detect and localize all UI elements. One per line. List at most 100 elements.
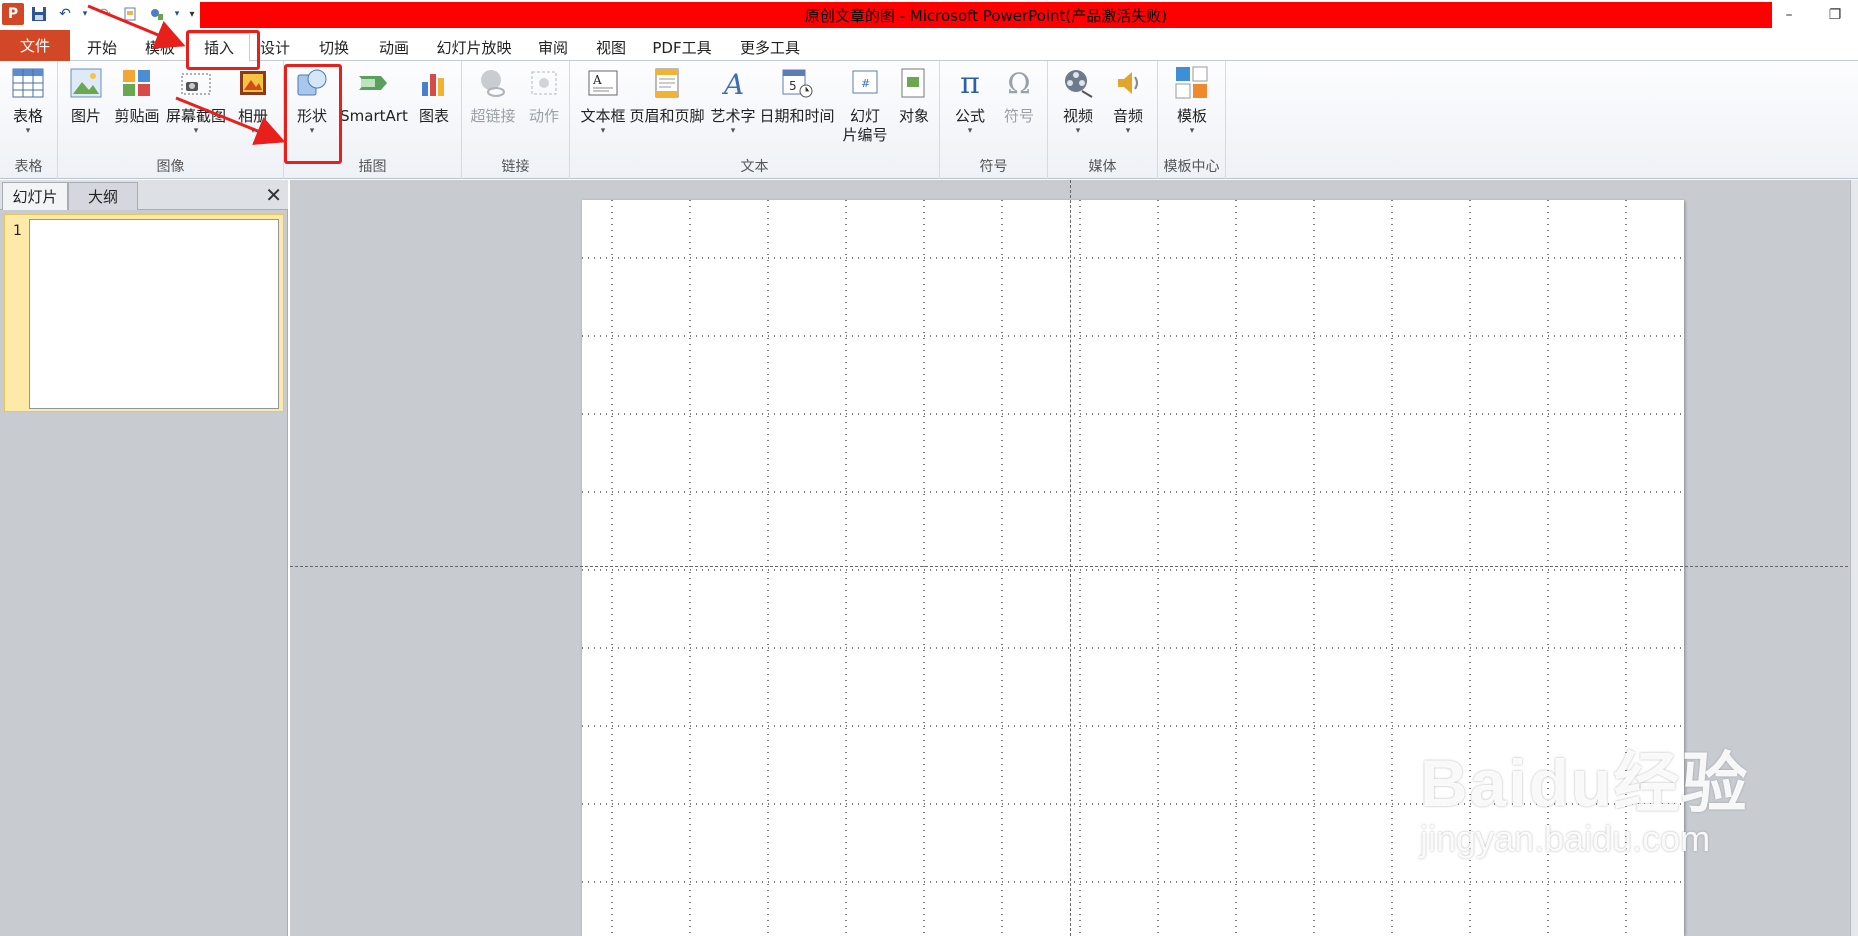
tab-slides[interactable]: 幻灯片 [2, 182, 68, 210]
svg-text:A: A [721, 68, 744, 99]
tab-review[interactable]: 审阅 [530, 33, 576, 61]
tab-transitions[interactable]: 切换 [310, 33, 358, 61]
redo-icon[interactable]: ↷ [94, 3, 116, 25]
album-button[interactable]: 相册 ▾ [230, 65, 276, 136]
vertical-scrollbar[interactable] [1850, 180, 1858, 936]
header-footer-icon [649, 65, 685, 101]
group-symbols: π 公式 ▾ Ω 符号 符号 [940, 61, 1048, 179]
svg-text:5: 5 [789, 79, 797, 93]
picture-button[interactable]: 图片 [66, 65, 106, 126]
window-controls: – ❐ [1766, 0, 1858, 30]
group-label-tables: 表格 [14, 159, 43, 175]
undo-icon[interactable]: ↶ [54, 3, 76, 25]
clipart-icon [119, 65, 155, 101]
powerpoint-app-icon[interactable]: P [2, 3, 24, 25]
template-icon [1174, 65, 1210, 101]
group-images: 图片 剪贴画 屏幕截图 ▾ 相册 ▾ 图像 [58, 61, 284, 179]
group-label-template-center: 模板中心 [1163, 159, 1220, 175]
group-template-center: 模板 ▾ 模板中心 [1158, 61, 1226, 179]
screenshot-icon [178, 65, 214, 101]
picture-icon [68, 65, 104, 101]
baidu-watermark: Baidu经验 jingyan.baidu.com [1420, 730, 1749, 860]
table-button[interactable]: 表格 ▾ [8, 65, 48, 136]
new-slide-icon[interactable] [120, 3, 142, 25]
svg-text:#: # [861, 77, 870, 90]
group-label-links: 链接 [501, 159, 530, 175]
audio-button[interactable]: 音频 ▾ [1104, 65, 1152, 136]
object-button[interactable]: 对象 [892, 65, 936, 126]
vertical-guide[interactable] [1070, 180, 1071, 936]
slide-number-button[interactable]: # 幻灯 片编号 [838, 65, 892, 145]
photo-album-icon [235, 65, 271, 101]
equation-button[interactable]: π 公式 ▾ [946, 65, 994, 137]
video-button[interactable]: 视频 ▾ [1054, 65, 1102, 136]
textbox-icon: A [585, 65, 621, 101]
hyperlink-button[interactable]: 超链接 [468, 65, 518, 126]
close-icon[interactable]: ✕ [265, 183, 282, 207]
tab-slideshow[interactable]: 幻灯片放映 [428, 33, 520, 61]
format-painter-icon[interactable] [146, 3, 168, 25]
restore-button[interactable]: ❐ [1812, 7, 1858, 23]
group-label-images: 图像 [156, 159, 185, 175]
smartart-button[interactable]: SmartArt [338, 65, 410, 126]
hyperlink-icon [475, 65, 511, 101]
chart-button[interactable]: 图表 [412, 65, 456, 126]
tab-view[interactable]: 视图 [588, 33, 634, 61]
group-links: 超链接 动作 链接 [462, 61, 570, 179]
ribbon-insert: 表格 ▾ 表格 图片 剪贴画 屏幕截图 ▾ 相册 ▾ 图像 形状 ▾ Smart… [0, 61, 1858, 179]
header-footer-button[interactable]: 页眉和页脚 [628, 65, 706, 126]
speaker-icon [1110, 65, 1146, 101]
action-icon [526, 65, 562, 101]
slide-number: 1 [13, 223, 22, 239]
wordart-button[interactable]: A 艺术字 ▾ [708, 65, 758, 136]
slide-thumbnail-row[interactable]: 1 [4, 214, 284, 412]
ribbon-tabs: 文件 开始 模板 插入 设计 切换 动画 幻灯片放映 审阅 视图 PDF工具 更… [0, 30, 1858, 61]
symbol-button[interactable]: Ω 符号 [996, 65, 1042, 126]
tab-home[interactable]: 开始 [78, 33, 126, 61]
calendar-icon: 5 [779, 65, 815, 101]
svg-text:A: A [592, 73, 602, 87]
group-tables: 表格 ▾ 表格 [0, 61, 58, 179]
undo-dropdown-icon[interactable]: ▾ [80, 3, 90, 25]
group-label-media: 媒体 [1088, 159, 1117, 175]
slide-thumbnail[interactable] [29, 219, 279, 409]
template-button[interactable]: 模板 ▾ [1168, 65, 1216, 136]
tab-file[interactable]: 文件 [0, 30, 70, 61]
slide-pane: 幻灯片 大纲 ✕ 1 [0, 180, 288, 936]
quick-access-toolbar: P ↶ ▾ ↷ ▾ ▾ [0, 0, 198, 28]
group-label-text: 文本 [740, 159, 769, 175]
datetime-button[interactable]: 5 日期和时间 [758, 65, 836, 126]
chart-icon [416, 65, 452, 101]
horizontal-guide[interactable] [290, 566, 1858, 567]
pi-icon: π [960, 65, 980, 101]
window-title: 原创文章的图 - Microsoft PowerPoint(产品激活失败) [200, 2, 1772, 28]
screenshot-button[interactable]: 屏幕截图 ▾ [164, 65, 228, 136]
group-media: 视频 ▾ 音频 ▾ 媒体 [1048, 61, 1158, 179]
tab-template[interactable]: 模板 [138, 33, 182, 61]
object-icon [896, 65, 932, 101]
minimize-button[interactable]: – [1766, 7, 1812, 23]
group-text: A 文本框 ▾ 页眉和页脚 A 艺术字 ▾ 5 日期和时间 # 幻灯 片编号 对… [570, 61, 940, 179]
action-button[interactable]: 动作 [522, 65, 566, 126]
watermark-brand: Baidu经验 [1420, 746, 1750, 820]
title-bar: P ↶ ▾ ↷ ▾ ▾ 原创文章的图 - Microsoft PowerPoin… [0, 0, 1858, 30]
clipart-button[interactable]: 剪贴画 [112, 65, 162, 126]
tab-outline[interactable]: 大纲 [68, 182, 138, 210]
tab-animations[interactable]: 动画 [370, 33, 418, 61]
tab-pdf-tools[interactable]: PDF工具 [646, 33, 718, 61]
table-icon [10, 65, 46, 101]
slide-number-icon: # [847, 65, 883, 101]
save-icon[interactable] [28, 3, 50, 25]
qat-dropdown-icon[interactable]: ▾ [172, 3, 182, 25]
smartart-icon [356, 65, 392, 101]
tab-more-tools[interactable]: 更多工具 [730, 33, 810, 61]
shapes-button-highlight [284, 64, 342, 164]
customize-qat-icon[interactable]: ▾ [186, 3, 198, 25]
wordart-icon: A [715, 65, 751, 101]
watermark-url: jingyan.baidu.com [1420, 818, 1711, 859]
video-reel-icon [1060, 65, 1096, 101]
slide-pane-tabs: 幻灯片 大纲 ✕ [0, 180, 288, 210]
omega-icon: Ω [1007, 66, 1031, 100]
textbox-button[interactable]: A 文本框 ▾ [578, 65, 628, 136]
group-label-symbols: 符号 [979, 159, 1008, 175]
